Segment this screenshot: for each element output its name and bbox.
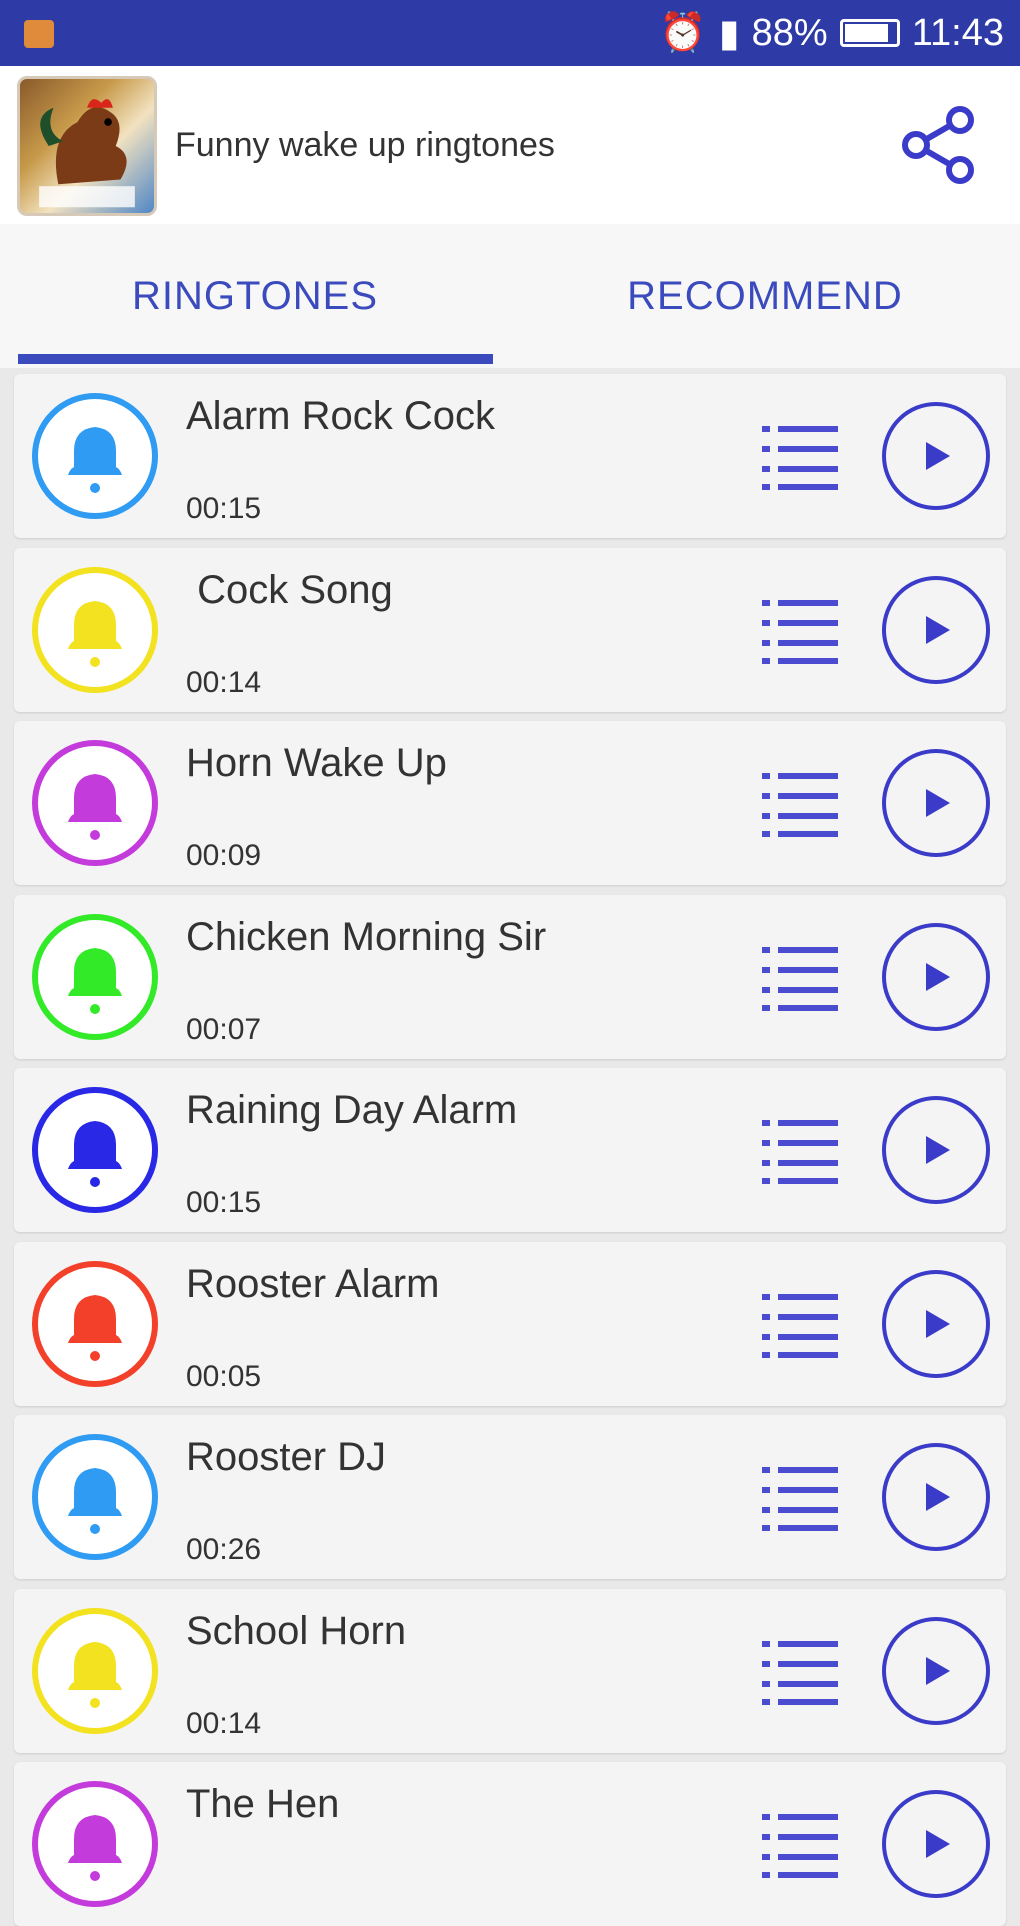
ringtone-duration: 00:14 [186, 1706, 262, 1740]
app-logo [17, 76, 157, 216]
play-icon[interactable] [880, 1094, 992, 1206]
options-list-icon[interactable] [760, 1810, 840, 1882]
ringtone-row[interactable]: Cock Song 00:14 [14, 547, 1006, 712]
ringtone-name: Alarm Rock Cock [186, 394, 495, 438]
ringtone-row[interactable]: Raining Day Alarm 00:15 [14, 1068, 1006, 1232]
alarm-icon: ⏰ [659, 12, 707, 54]
ringtone-row[interactable]: School Horn 00:14 [14, 1588, 1006, 1753]
ringtone-name: Rooster Alarm [186, 1261, 440, 1306]
ringtone-name: Cock Song [186, 567, 393, 612]
play-icon[interactable] [880, 921, 992, 1033]
app-title: Funny wake up ringtones [175, 126, 555, 164]
ringtone-row[interactable]: The Hen [14, 1762, 1006, 1926]
share-button[interactable] [898, 104, 980, 186]
play-icon[interactable] [880, 574, 992, 686]
play-icon[interactable] [880, 400, 992, 512]
play-icon[interactable] [880, 747, 992, 859]
bell-icon [32, 913, 158, 1040]
clock: 11:43 [911, 11, 1004, 54]
ringtone-duration: 00:26 [186, 1533, 262, 1566]
tab-ringtones[interactable]: RINGTONES [0, 224, 510, 368]
options-list-icon[interactable] [760, 769, 840, 841]
status-bar: ⏰ ▮ 88% 11:43 [0, 0, 1020, 66]
signal-icon: ▮ [718, 12, 740, 55]
bell-icon [32, 1607, 158, 1734]
ringtone-row[interactable]: Horn Wake Up 00:09 [14, 721, 1006, 885]
share-icon [902, 106, 974, 184]
ringtone-name: The Hen [186, 1782, 340, 1826]
ringtone-duration: 00:05 [186, 1359, 262, 1393]
ringtone-duration: 00:07 [186, 1012, 262, 1046]
tab-indicator [18, 354, 493, 364]
ringtone-name: School Horn [186, 1608, 407, 1653]
ringtone-duration: 00:14 [186, 665, 262, 699]
tab-bar: RINGTONES RECOMMEND [0, 224, 1020, 368]
status-icons: ⏰ ▮ 88% 11:43 [659, 0, 1004, 66]
battery-percent: 88% [751, 11, 828, 54]
notification-icon [24, 20, 54, 48]
bell-icon [32, 393, 158, 519]
ringtone-duration: 00:15 [186, 492, 262, 525]
rooster-logo-icon [39, 99, 135, 208]
bell-icon [32, 1434, 158, 1560]
options-list-icon[interactable] [760, 1116, 840, 1188]
bell-icon [32, 1087, 158, 1213]
battery-icon [839, 19, 900, 47]
bell-icon [32, 740, 158, 866]
play-icon[interactable] [880, 1268, 992, 1380]
play-icon[interactable] [880, 1788, 992, 1900]
ringtone-name: Chicken Morning Sir [186, 914, 547, 959]
bell-icon [32, 566, 158, 693]
ringtone-row[interactable]: Chicken Morning Sir 00:07 [14, 894, 1006, 1059]
options-list-icon[interactable] [760, 596, 840, 668]
options-list-icon[interactable] [760, 1463, 840, 1535]
ringtone-name: Raining Day Alarm [186, 1088, 518, 1132]
ringtone-row[interactable]: Rooster DJ 00:26 [14, 1415, 1006, 1579]
ringtone-duration: 00:15 [186, 1186, 262, 1219]
ringtone-duration: 00:09 [186, 839, 262, 872]
ringtone-name: Rooster DJ [186, 1435, 387, 1479]
ringtone-row[interactable]: Alarm Rock Cock 00:15 [14, 374, 1006, 538]
play-icon[interactable] [880, 1441, 992, 1553]
ringtone-row[interactable]: Rooster Alarm 00:05 [14, 1241, 1006, 1406]
bell-icon [32, 1781, 158, 1907]
tab-recommend[interactable]: RECOMMEND [510, 224, 1020, 368]
ringtone-name: Horn Wake Up [186, 741, 447, 785]
app-bar: Funny wake up ringtones [0, 66, 1020, 224]
play-icon[interactable] [880, 1615, 992, 1727]
options-list-icon[interactable] [760, 943, 840, 1015]
options-list-icon[interactable] [760, 1637, 840, 1709]
options-list-icon[interactable] [760, 422, 840, 494]
bell-icon [32, 1260, 158, 1387]
options-list-icon[interactable] [760, 1290, 840, 1362]
